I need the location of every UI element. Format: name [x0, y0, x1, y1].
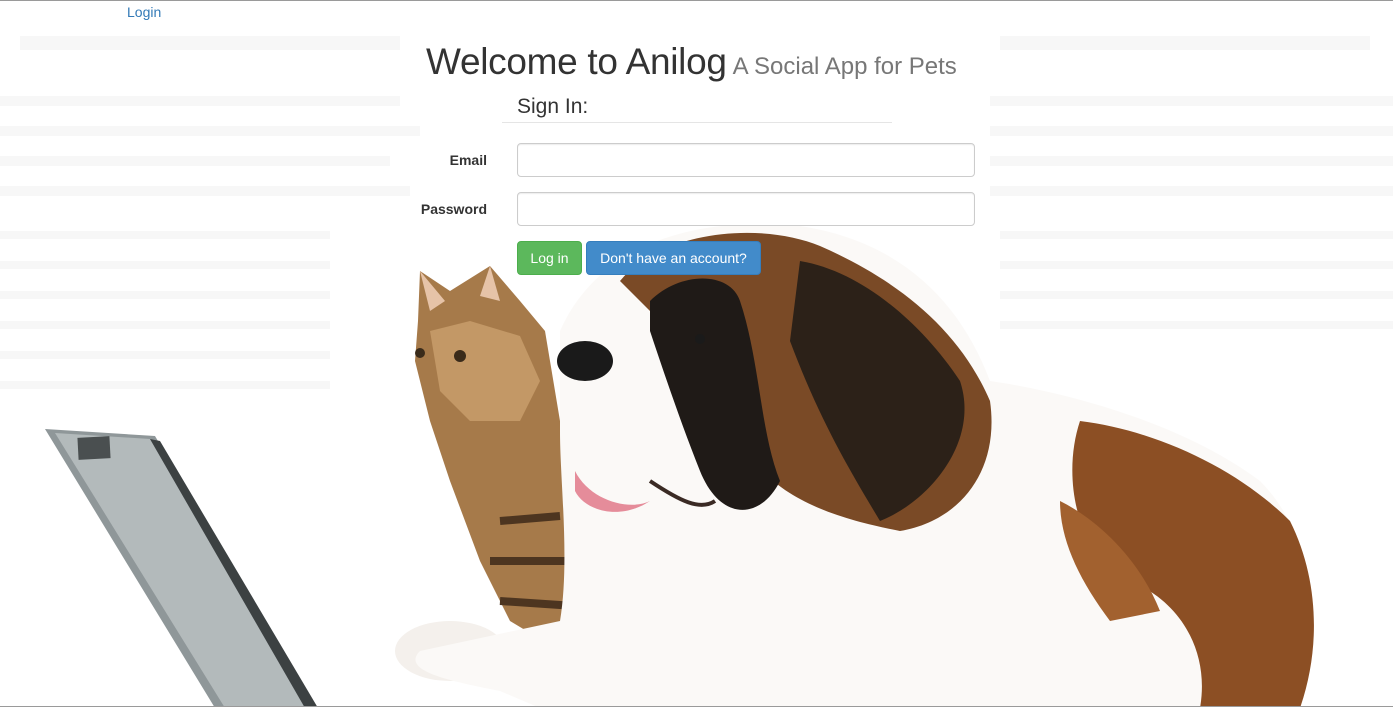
pets-illustration [45, 224, 1314, 706]
password-label: Password [420, 201, 487, 217]
signin-legend-text: Sign In: [517, 95, 589, 118]
signup-button[interactable]: Don't have an account? [586, 241, 761, 275]
laptop-image [45, 429, 317, 706]
app-subtitle: A Social App for Pets [732, 53, 957, 80]
login-button[interactable]: Log in [517, 241, 582, 275]
password-field[interactable] [517, 192, 975, 226]
signin-legend: Sign In: [502, 95, 892, 123]
login-link[interactable]: Login [127, 4, 161, 20]
email-field[interactable] [517, 143, 975, 177]
email-label: Email [449, 152, 487, 168]
login-page: Login Welcome to Anilog A Social App for … [0, 0, 1393, 707]
page-title: Welcome to Anilog A Social App for Pets [426, 41, 957, 83]
app-title: Welcome to Anilog [426, 41, 727, 82]
